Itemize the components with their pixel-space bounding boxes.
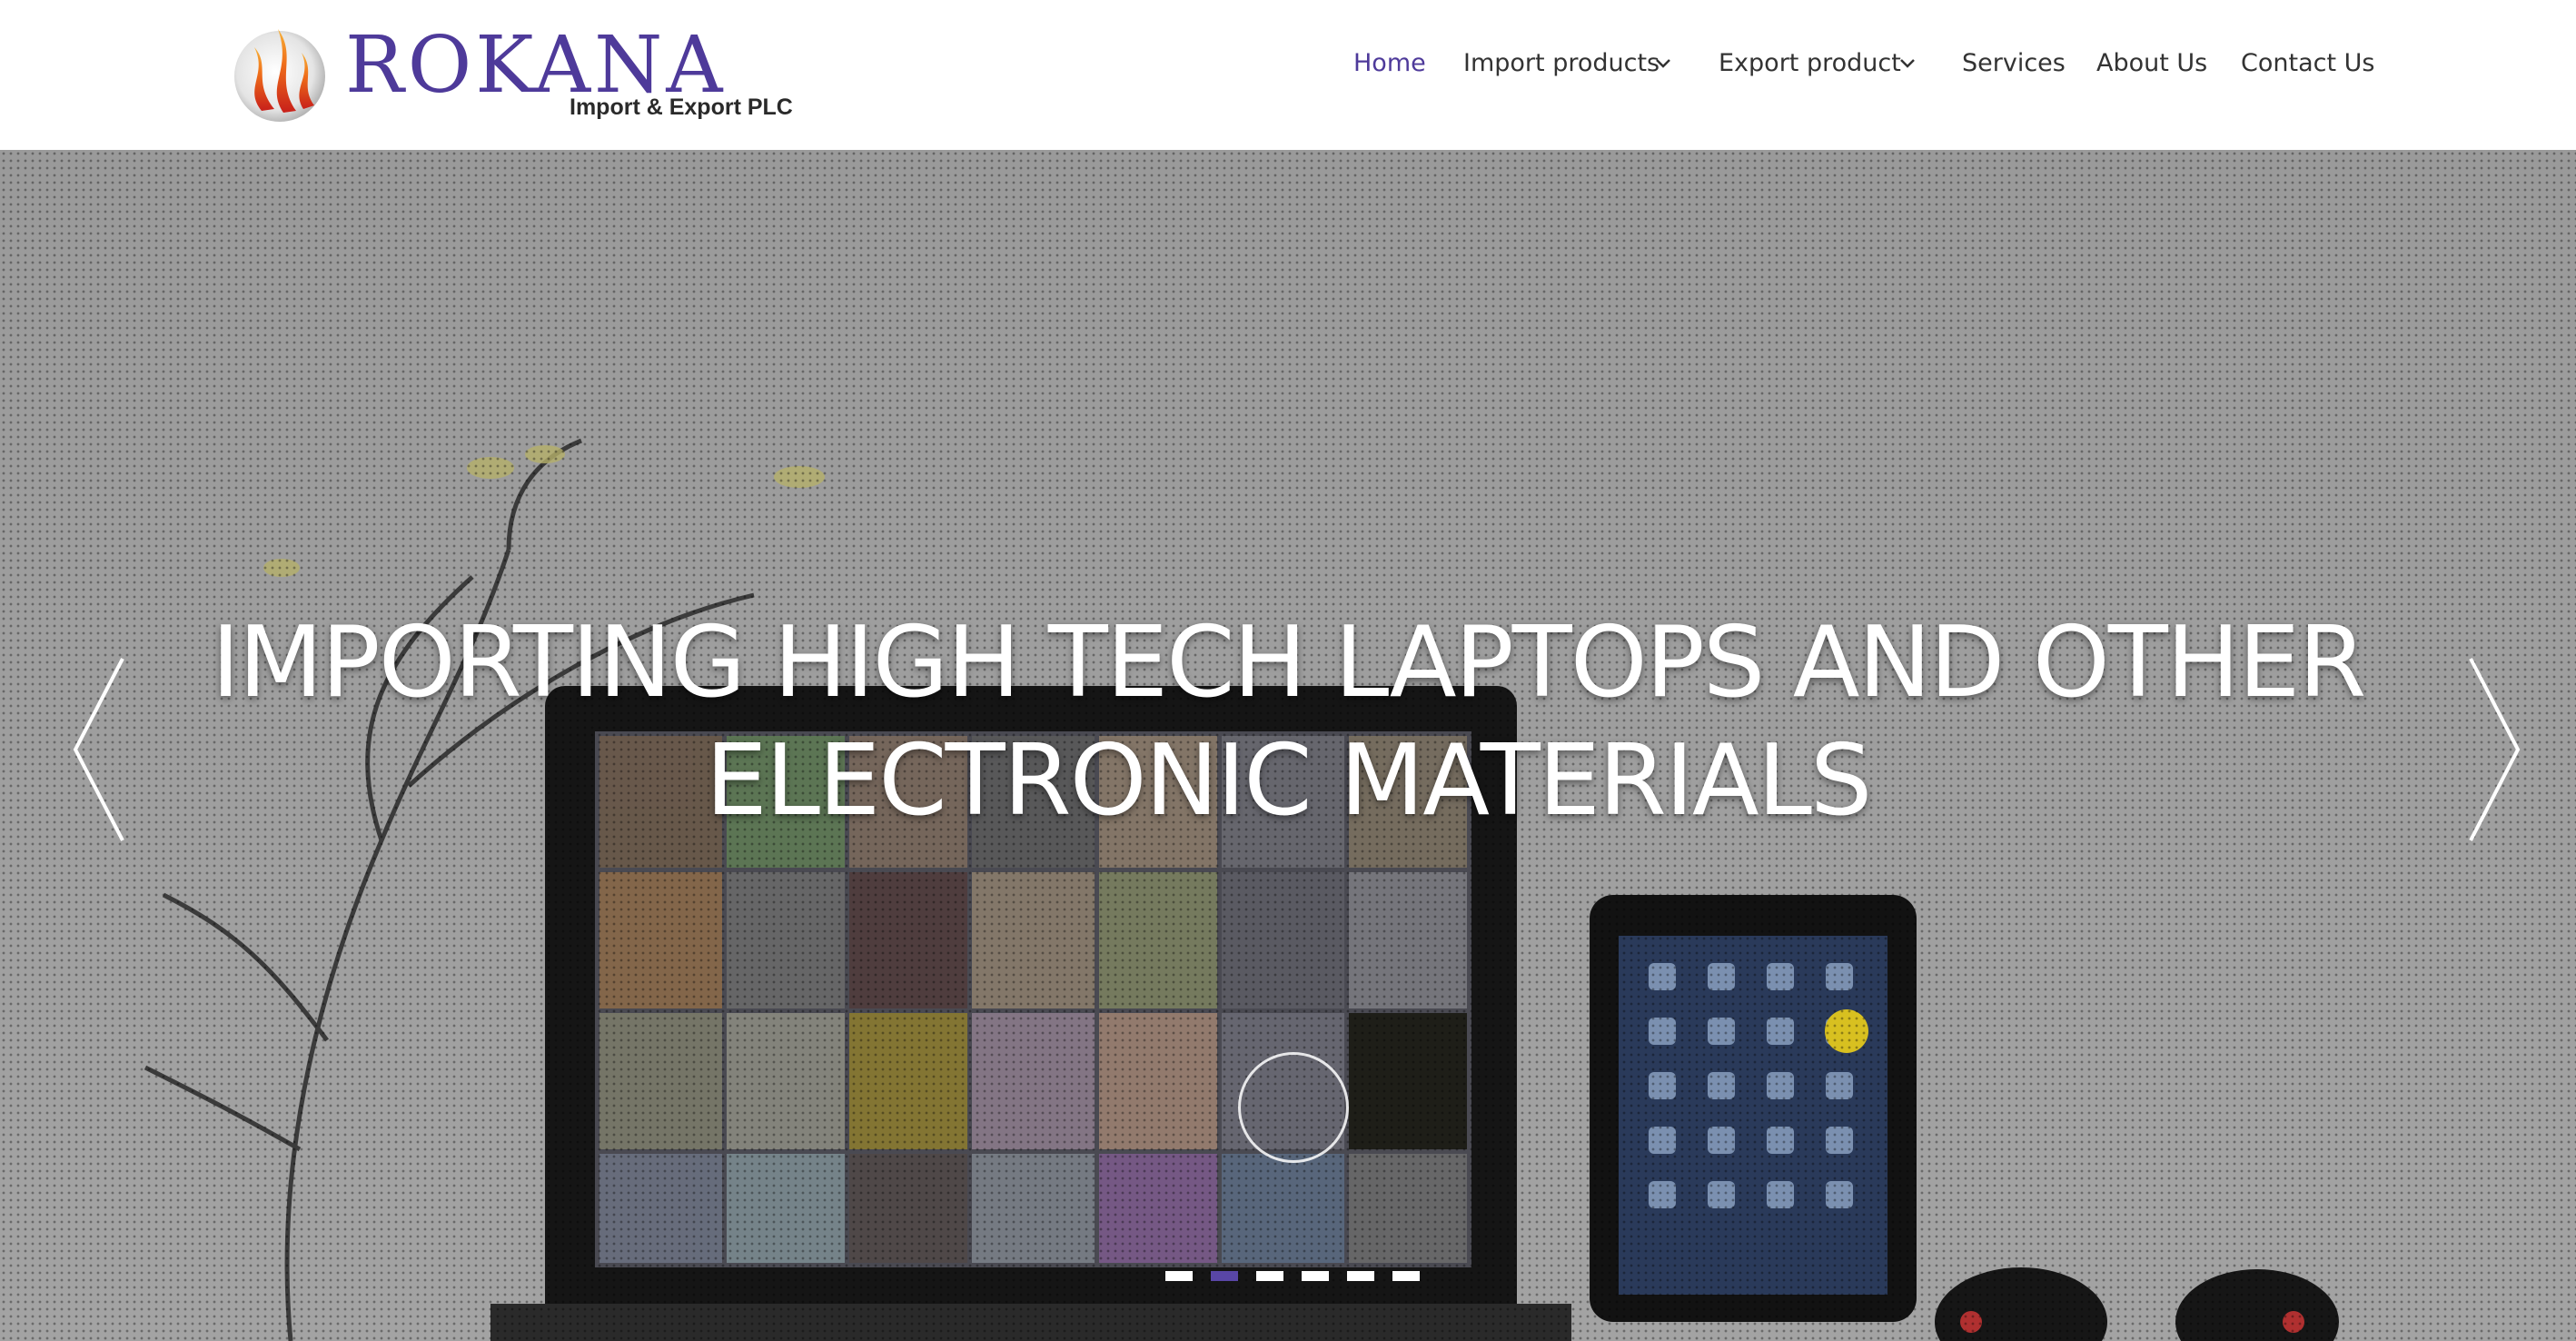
- nav-contact-us[interactable]: Contact Us: [2241, 44, 2374, 84]
- chevron-right-icon[interactable]: [2462, 654, 2525, 845]
- slide-indicator[interactable]: [1302, 1271, 1329, 1281]
- chevron-left-icon[interactable]: [68, 654, 132, 845]
- slide-indicators: [1165, 1271, 1438, 1284]
- hero-headline-line-1: IMPORTING HIGH TECH LAPTOPS AND OTHER: [211, 606, 2367, 720]
- hero-headline-line-2: ELECTRONIC MATERIALS: [705, 724, 1873, 838]
- slide-indicator[interactable]: [1165, 1271, 1193, 1281]
- slide-indicator[interactable]: [1347, 1271, 1374, 1281]
- nav-import-products[interactable]: Import products: [1463, 44, 1660, 84]
- nav-services[interactable]: Services: [1962, 44, 2066, 84]
- slide-indicator[interactable]: [1256, 1271, 1283, 1281]
- nav-export-product[interactable]: Export product: [1719, 44, 1901, 84]
- hero-slider: IMPORTING HIGH TECH LAPTOPS AND OTHER EL…: [0, 150, 2576, 1341]
- chevron-down-icon[interactable]: [1897, 52, 1918, 74]
- site-header: ROKANA Import & Export PLC Home Import p…: [0, 0, 2576, 150]
- site-logo[interactable]: ROKANA Import & Export PLC: [227, 11, 793, 129]
- flame-logo-icon: [234, 29, 325, 122]
- main-nav: Home Import products Export product Serv…: [1123, 0, 2576, 127]
- nav-home[interactable]: Home: [1353, 44, 1426, 84]
- slide-indicator-active[interactable]: [1211, 1271, 1238, 1281]
- logo-tagline: Import & Export PLC: [570, 94, 793, 120]
- chevron-down-icon[interactable]: [1652, 52, 1674, 74]
- play-icon[interactable]: [1238, 1052, 1349, 1163]
- nav-about-us[interactable]: About Us: [2096, 44, 2207, 84]
- slide-indicator[interactable]: [1392, 1271, 1420, 1281]
